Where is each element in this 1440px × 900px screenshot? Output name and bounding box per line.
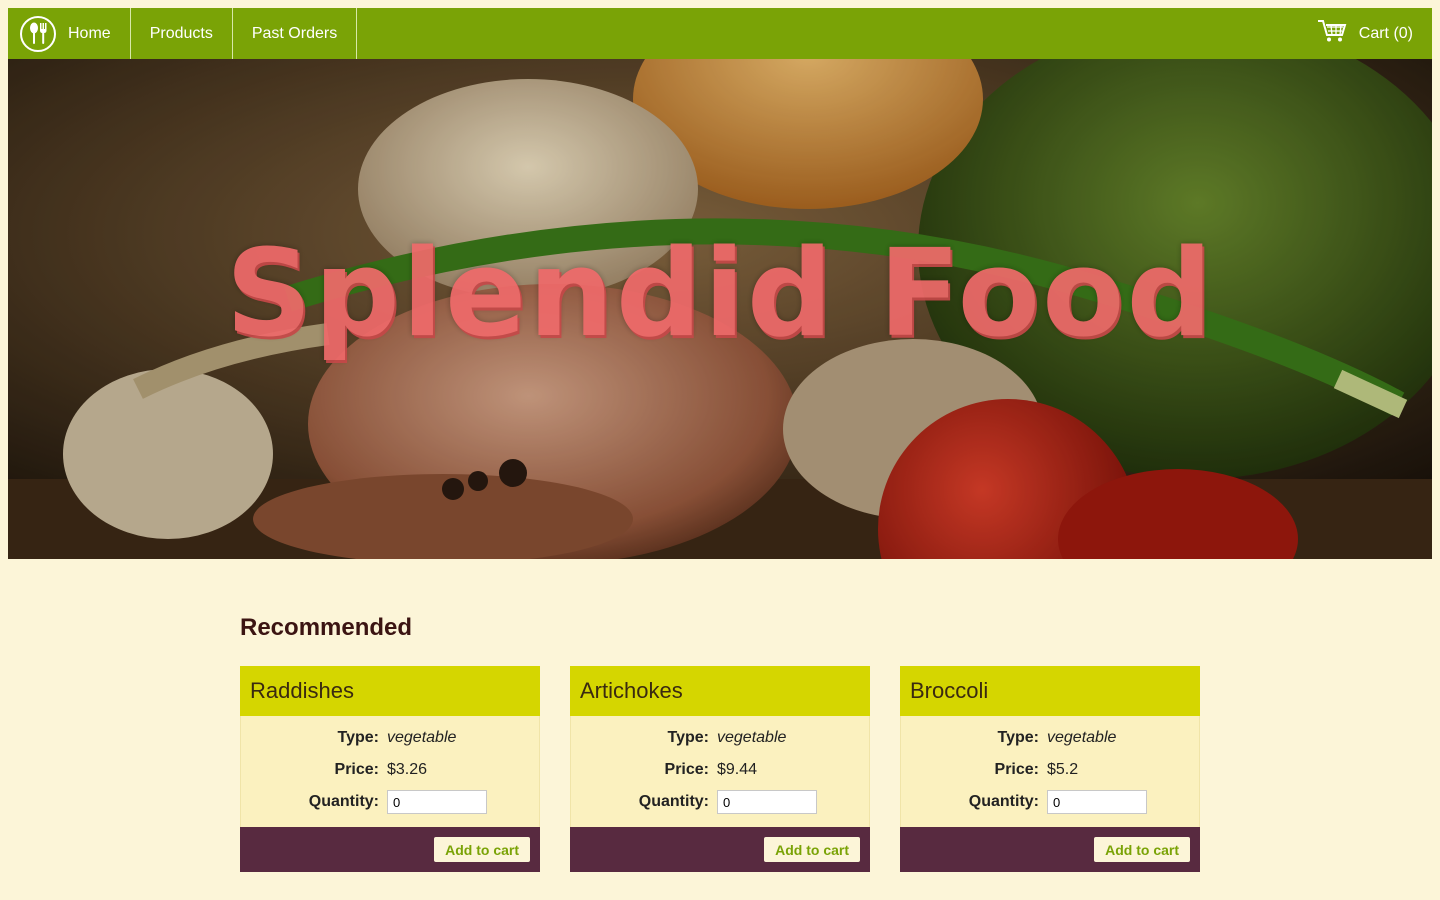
type-label: Type:	[337, 729, 379, 746]
cart-label: Cart (0)	[1358, 24, 1413, 42]
hero-banner: Splendid Food	[8, 59, 1432, 559]
nav-past-orders[interactable]: Past Orders	[233, 8, 358, 59]
product-cards: Raddishes Type: vegetable Price: $3.26 Q…	[240, 666, 1200, 872]
product-name: Raddishes	[240, 666, 540, 716]
product-card: Raddishes Type: vegetable Price: $3.26 Q…	[240, 666, 540, 872]
card-footer: Add to cart	[900, 827, 1200, 872]
product-details: Type: vegetable Price: $3.26 Quantity:	[240, 716, 540, 827]
price-value: $3.26	[387, 761, 428, 778]
type-row: Type: vegetable	[571, 722, 869, 754]
type-row: Type: vegetable	[901, 722, 1199, 754]
add-to-cart-button[interactable]: Add to cart	[1094, 837, 1190, 862]
recommended-heading: Recommended	[240, 614, 413, 641]
page: Home Products Past Orders Cart (0) Splen…	[0, 0, 1440, 900]
product-details: Type: vegetable Price: $5.2 Quantity:	[900, 716, 1200, 827]
price-label: Price:	[664, 761, 709, 778]
quantity-label: Quantity:	[308, 793, 379, 810]
price-value: $5.2	[1047, 761, 1079, 778]
price-row: Price: $3.26	[241, 754, 539, 786]
add-to-cart-button[interactable]: Add to cart	[764, 837, 860, 862]
fork-spoon-icon	[20, 15, 56, 52]
top-navbar: Home Products Past Orders Cart (0)	[8, 8, 1432, 59]
add-to-cart-button[interactable]: Add to cart	[434, 837, 530, 862]
price-row: Price: $9.44	[571, 754, 869, 786]
type-row: Type: vegetable	[241, 722, 539, 754]
type-value: vegetable	[387, 729, 457, 746]
product-card: Artichokes Type: vegetable Price: $9.44 …	[570, 666, 870, 872]
product-name: Artichokes	[570, 666, 870, 716]
price-row: Price: $5.2	[901, 754, 1199, 786]
quantity-label: Quantity:	[968, 793, 1039, 810]
hero-title: Splendid Food	[225, 224, 1215, 364]
product-name: Broccoli	[900, 666, 1200, 716]
quantity-label: Quantity:	[638, 793, 709, 810]
price-value: $9.44	[717, 761, 758, 778]
product-details: Type: vegetable Price: $9.44 Quantity:	[570, 716, 870, 827]
nav-home[interactable]: Home	[8, 8, 131, 59]
shopping-cart-icon	[1317, 19, 1347, 48]
type-value: vegetable	[1047, 729, 1117, 746]
quantity-row: Quantity:	[241, 786, 539, 818]
card-footer: Add to cart	[240, 827, 540, 872]
nav-cart[interactable]: Cart (0)	[1317, 8, 1432, 59]
quantity-input[interactable]	[1047, 790, 1147, 814]
type-label: Type:	[997, 729, 1039, 746]
nav-products[interactable]: Products	[131, 8, 233, 59]
nav-past-orders-label: Past Orders	[251, 24, 338, 42]
type-value: vegetable	[717, 729, 787, 746]
quantity-input[interactable]	[387, 790, 487, 814]
quantity-row: Quantity:	[571, 786, 869, 818]
quantity-row: Quantity:	[901, 786, 1199, 818]
card-footer: Add to cart	[570, 827, 870, 872]
quantity-input[interactable]	[717, 790, 817, 814]
product-card: Broccoli Type: vegetable Price: $5.2 Qua…	[900, 666, 1200, 872]
price-label: Price:	[334, 761, 379, 778]
nav-home-label: Home	[68, 24, 111, 42]
price-label: Price:	[994, 761, 1039, 778]
nav-products-label: Products	[149, 24, 213, 42]
type-label: Type:	[667, 729, 709, 746]
